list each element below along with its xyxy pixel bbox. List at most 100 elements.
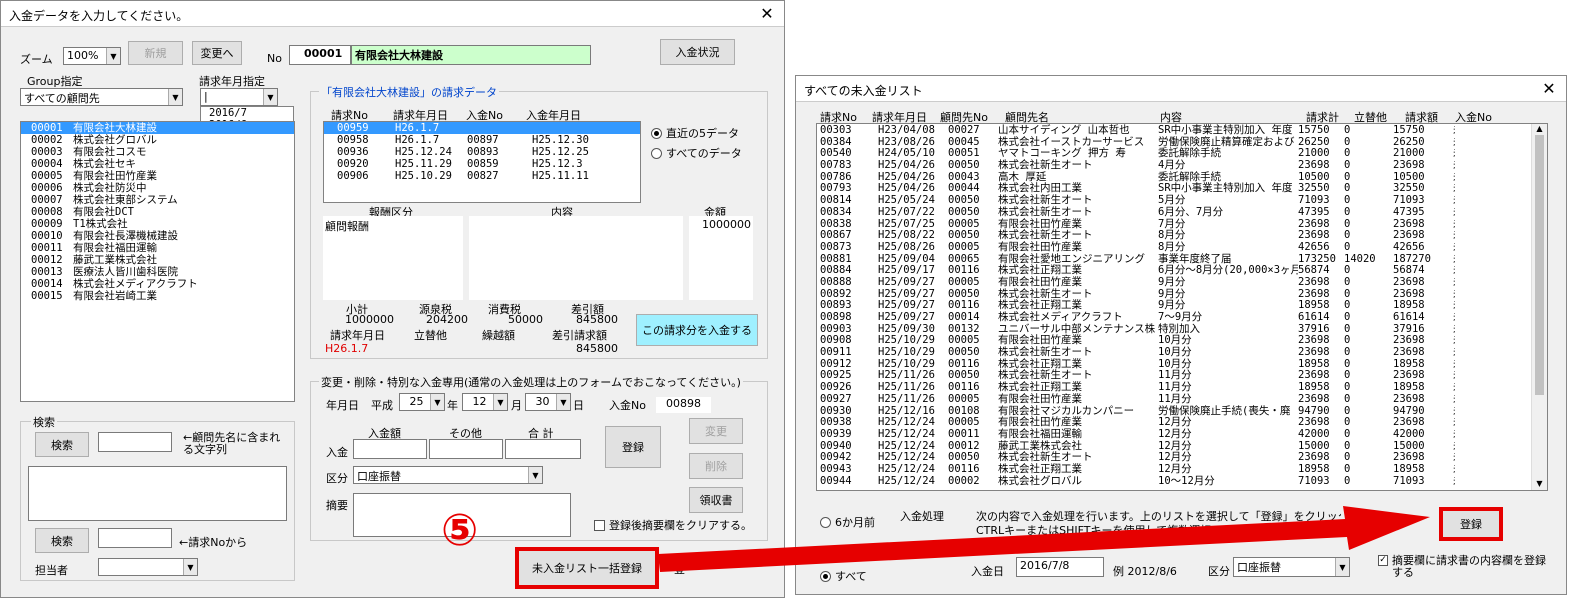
list-cell: 0 [1344,404,1351,417]
other-input[interactable] [429,439,503,459]
table-row[interactable]: 00867 H25/08/22 00050 株式会社新生オート 8月分 23698 0 236… [817,229,1547,241]
change-to-button[interactable]: 変更へ [192,41,242,65]
list-item[interactable]: 00001 有限会社大林建設 [21,122,294,134]
billing-list[interactable]: 00959 H26.1.7 00958 H26.1.7 00897 H25.12.30 00… [323,121,641,203]
table-row[interactable]: 00838 H25/07/25 00005 有限会社田竹産業 7月分 23698 0 2369… [817,218,1547,230]
table-row[interactable]: 00814 H25/05/24 00050 株式会社新生オート 5月分 71093 0 710… [817,194,1547,206]
table-row[interactable]: 00893 H25/09/27 00116 株式会社正翔工業 9月分 18958 0 1895… [817,299,1547,311]
modify-button[interactable]: 変更 [689,418,743,444]
table-row[interactable]: 00540 H24/05/10 00051 ヤマトコーキング 押方 寿 委託解除手続 21… [817,147,1547,159]
search-results[interactable] [28,466,287,521]
day-select[interactable]: 30 ▼ [525,393,571,411]
list-cell: 00838 [820,217,852,230]
radio-all-data[interactable]: すべてのデータ [651,145,742,161]
list-cell: 00005 [948,240,980,253]
table-row[interactable]: 00881 H25/09/04 00065 有限会社愛地エンジニアリング 事業年度終了届… [817,253,1547,265]
table-row[interactable]: 00892 H25/09/27 00050 株式会社新生オート 9月分 23698 0 236… [817,288,1547,300]
table-row[interactable]: 00786 H25/04/26 00043 高木 厚延 委託解除手続 10500 0 1050… [817,171,1547,183]
list-item[interactable]: 00011 有限会社福田運輸 [21,242,294,254]
register-button-right[interactable]: 登録 [1439,507,1503,541]
table-row[interactable]: 00884 H25/09/17 00116 株式会社正翔工業 6月分～8月分(20,00… [817,264,1547,276]
table-row[interactable]: 00888 H25/09/27 00005 有限会社田竹産業 9月分 23698 0 2369… [817,276,1547,288]
list-item[interactable]: 00003 有限会社コスモ [21,146,294,158]
scroll-down-icon[interactable]: ▼ [1532,479,1547,488]
search-by-no-button[interactable]: 検索 [35,528,89,553]
scroll-up-icon[interactable]: ▲ [1532,124,1547,133]
list-item[interactable]: 00010 有限会社長澤機械建設 [21,230,294,242]
list-item[interactable]: 00007 株式会社東部システム [21,194,294,206]
list-item[interactable]: 00014 株式会社メディアクラフト [21,278,294,290]
pay-this-bill-button[interactable]: この請求分を入金する [636,314,758,346]
table-row[interactable]: 00911 H25/10/29 00050 株式会社新生オート 10月分 23698 0 23… [817,346,1547,358]
radio-recent[interactable]: 直近の5データ [651,125,739,141]
table-row[interactable]: 00959 H26.1.7 [324,122,640,134]
list-item[interactable]: 00015 有限会社岩崎工業 [21,290,294,302]
payment-status-button[interactable]: 入金状況 [660,39,735,65]
list-cell: 株式会社メディアクラフト [998,311,1123,323]
month-select[interactable]: | ▼ [200,88,278,106]
close-icon[interactable]: ✕ [758,4,776,23]
scrollbar[interactable]: ▲ ▼ [1531,124,1547,490]
table-row[interactable]: 00936 H25.12.24 00893 H25.12.25 [324,146,640,158]
list-item[interactable]: 00004 株式会社セキ [21,158,294,170]
table-row[interactable]: 00783 H25/04/26 00050 株式会社新生オート 4月分 23698 0 236… [817,159,1547,171]
table-row[interactable]: 00903 H25/09/30 00132 ユニバーサル中部メンテナンス株 特別加入 37… [817,323,1547,335]
table-row[interactable]: 00906 H25.10.29 00827 H25.11.11 [324,170,640,182]
bulk-register-button[interactable]: 未入金リスト一括登録 [515,547,659,589]
table-row[interactable]: 00303 H23/04/08 00027 山本サイディング 山本哲也 SR中小事業主特… [817,124,1547,136]
table-row[interactable]: 00942 H25/12/24 00050 株式会社新生オート 12月分 23698 0 23… [817,451,1547,463]
search-input[interactable] [98,432,172,452]
table-row[interactable]: 00943 H25/12/24 00116 株式会社正翔工業 12月分 18958 0 189… [817,463,1547,475]
table-row[interactable]: 00925 H25/11/26 00050 株式会社新生オート 11月分 23698 0 23… [817,369,1547,381]
month-select-edit[interactable]: 12 ▼ [462,393,508,411]
table-row[interactable]: 00912 H25/10/29 00116 株式会社正翔工業 10月分 18958 0 189… [817,358,1547,370]
unpaid-list[interactable]: 00303 H23/04/08 00027 山本サイディング 山本哲也 SR中小事業主特… [816,123,1548,491]
table-row[interactable]: 00930 H25/12/16 00108 有限会社マジカルカンパニー 労働保険廃止手続… [817,405,1547,417]
table-row[interactable]: 00793 H25/04/26 00044 株式会社内田工業 SR中小事業主特別加入 年… [817,182,1547,194]
staff-select[interactable]: ▼ [98,558,198,576]
table-row[interactable]: 00938 H25/12/24 00005 有限会社田竹産業 12月分 23698 0 236… [817,416,1547,428]
table-row[interactable]: 00898 H25/09/27 00014 株式会社メディアクラフト 7～9月分 6161… [817,311,1547,323]
new-button[interactable]: 新規 [128,41,183,65]
list-item[interactable]: 00013 医療法人皆川歯科医院 [21,266,294,278]
bill-no-input[interactable] [98,528,172,548]
table-row[interactable]: 00920 H25.11.29 00859 H25.12.3 [324,158,640,170]
table-row[interactable]: 00927 H25/11/26 00005 有限会社田竹産業 11月分 23698 0 236… [817,393,1547,405]
list-cell: 26250 [1393,135,1425,148]
scroll-thumb[interactable] [1535,135,1544,395]
no-field[interactable]: 00001 [289,45,351,65]
bill-cell: 00920 [337,158,369,170]
table-row[interactable]: 00873 H25/08/26 00005 有限会社田竹産業 8月分 42656 0 4265… [817,241,1547,253]
list-cell: 00050 [948,451,980,464]
zoom-select[interactable]: 100% ▼ [63,47,121,65]
total-input[interactable] [505,439,581,459]
list-cell: 00050 [948,159,980,172]
register-button[interactable]: 登録 [605,426,661,468]
list-item[interactable]: 00006 株式会社防災中 [21,182,294,194]
list-item[interactable]: 00002 株式会社グロバル [21,134,294,146]
list-cell: 00005 [948,275,980,288]
group-select[interactable]: すべての顧問先 ▼ [20,88,183,106]
kind-select[interactable]: 口座振替 ▼ [353,466,543,484]
list-cell: 未 [1435,229,1455,241]
table-row[interactable]: 00940 H25/12/24 00012 藤武工業株式会社 12月分 15000 0 150… [817,440,1547,452]
table-row[interactable]: 00926 H25/11/26 00116 株式会社正翔工業 11月分 18958 0 189… [817,381,1547,393]
table-row[interactable]: 00908 H25/10/29 00005 有限会社田竹産業 10月分 23698 0 236… [817,334,1547,346]
list-item[interactable]: 00012 藤武工業株式会社 [21,254,294,266]
amount-input[interactable] [353,439,427,459]
table-row[interactable]: 00939 H25/12/24 00011 有限会社福田運輸 12月分 42000 0 420… [817,428,1547,440]
year-select[interactable]: 25 ▼ [399,393,445,411]
table-row[interactable]: 00384 H23/08/26 00045 株式会社イーストカーサービス 労働保険廃止精… [817,136,1547,148]
list-item[interactable]: 00005 有限会社田竹産業 [21,170,294,182]
list-item[interactable]: 00008 有限会社DCT [21,206,294,218]
close-icon[interactable]: ✕ [1540,79,1558,98]
list-cell: 00939 [820,427,852,440]
client-list[interactable]: 00001 有限会社大林建設 00002 株式会社グロバル 00003 有限会社コスモ 00… [20,121,295,402]
delete-button[interactable]: 削除 [689,453,743,479]
list-item[interactable]: 00009 T1株式会社 [21,218,294,230]
table-row[interactable]: 00958 H26.1.7 00897 H25.12.30 [324,134,640,146]
month-option[interactable]: 2016/7 [209,107,293,119]
table-row[interactable]: 00944 H25/12/24 00002 株式会社グロバル 10～12月分 71093 0… [817,475,1547,487]
table-row[interactable]: 00834 H25/07/22 00050 株式会社新生オート 6月分、7月分 47395… [817,206,1547,218]
search-button[interactable]: 検索 [35,432,89,457]
